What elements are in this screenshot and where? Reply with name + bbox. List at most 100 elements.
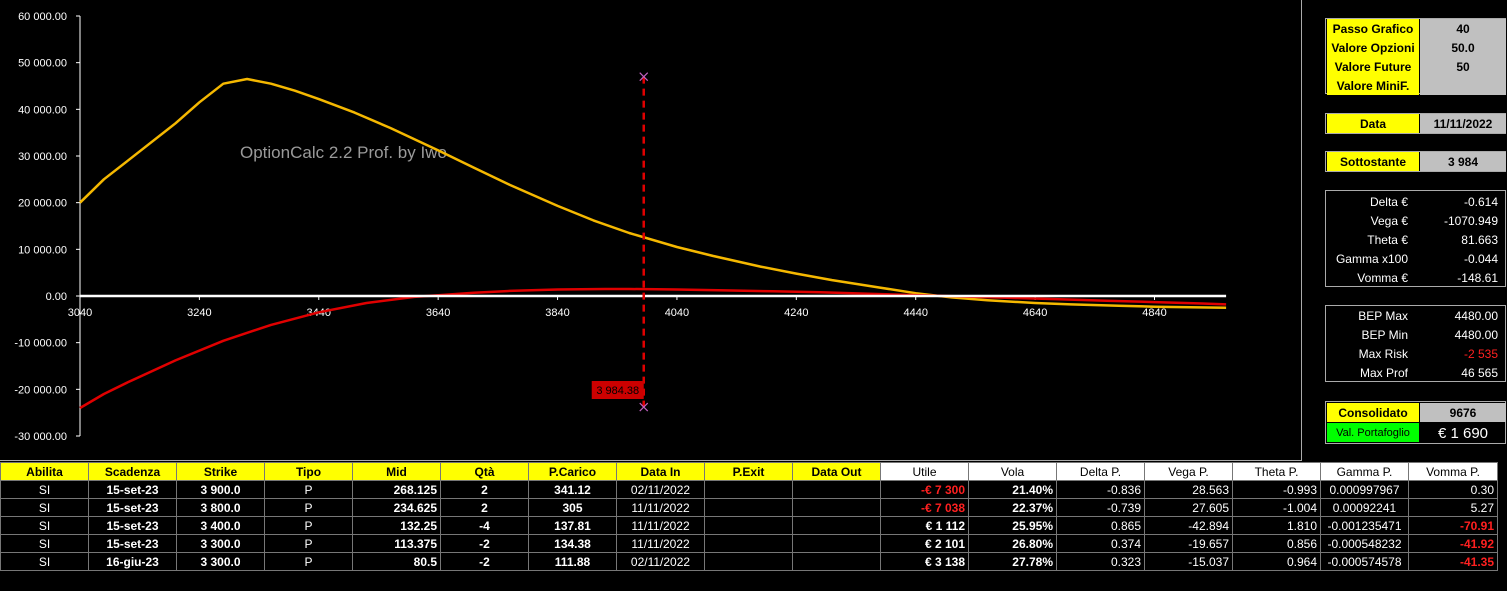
setting-label: Valore Future bbox=[1327, 57, 1419, 76]
table-cell[interactable]: 134.38 bbox=[528, 534, 617, 553]
setting-value[interactable] bbox=[1420, 76, 1506, 95]
setting-value[interactable]: 50 bbox=[1420, 57, 1506, 76]
watermark-text: OptionCalc 2.2 Prof. by Iwo bbox=[240, 143, 447, 162]
table-cell: € 1 112 bbox=[880, 516, 969, 535]
col-header-tipo: Tipo bbox=[264, 462, 353, 481]
table-cell[interactable] bbox=[792, 552, 881, 571]
greek-value: 81.663 bbox=[1461, 232, 1498, 247]
y-tick-label: -20 000.00 bbox=[14, 384, 67, 396]
table-cell[interactable]: 137.81 bbox=[528, 516, 617, 535]
table-cell: -0.000574578 bbox=[1320, 552, 1409, 571]
table-cell: -41.35 bbox=[1408, 552, 1498, 571]
table-cell[interactable] bbox=[792, 498, 881, 517]
table-cell[interactable]: 3 800.0 bbox=[176, 498, 265, 517]
greek-label: Vomma € bbox=[1357, 270, 1408, 285]
table-cell[interactable]: SI bbox=[0, 534, 89, 553]
table-cell[interactable]: 2 bbox=[440, 480, 529, 499]
col-header-mid: Mid bbox=[352, 462, 441, 481]
table-cell[interactable]: P bbox=[264, 534, 353, 553]
table-cell[interactable]: P bbox=[264, 552, 353, 571]
table-cell[interactable]: 15-set-23 bbox=[88, 498, 177, 517]
table-cell[interactable]: 3 300.0 bbox=[176, 552, 265, 571]
y-tick-label: 40 000.00 bbox=[18, 104, 67, 116]
table-cell: 0.00092241 bbox=[1320, 498, 1409, 517]
greek-value: -1070.949 bbox=[1443, 213, 1498, 228]
x-tick-label: 3040 bbox=[68, 307, 92, 319]
x-tick-label: 4640 bbox=[1023, 307, 1047, 319]
table-cell[interactable] bbox=[704, 480, 793, 499]
table-cell[interactable]: 11/11/2022 bbox=[616, 516, 705, 535]
x-tick-label: 3840 bbox=[545, 307, 569, 319]
x-tick-label: 3240 bbox=[187, 307, 211, 319]
table-cell[interactable] bbox=[792, 516, 881, 535]
table-cell[interactable]: -2 bbox=[440, 552, 529, 571]
table-cell: -€ 7 038 bbox=[880, 498, 969, 517]
table-cell: 0.964 bbox=[1232, 552, 1321, 571]
table-row: SI 15-set-23 3 300.0 P 113.375 -2 134.38 11/11/… bbox=[0, 534, 1498, 553]
table-cell[interactable]: 80.5 bbox=[352, 552, 441, 571]
table-cell[interactable]: 111.88 bbox=[528, 552, 617, 571]
setting-value[interactable]: 40 bbox=[1420, 19, 1506, 38]
bep-label: Max Risk bbox=[1358, 346, 1408, 361]
x-tick-label: 4440 bbox=[903, 307, 927, 319]
table-cell: -0.836 bbox=[1056, 480, 1145, 499]
table-cell[interactable]: 3 900.0 bbox=[176, 480, 265, 499]
table-cell[interactable]: 3 400.0 bbox=[176, 516, 265, 535]
table-cell[interactable] bbox=[704, 552, 793, 571]
table-cell: -€ 7 300 bbox=[880, 480, 969, 499]
table-cell[interactable]: 113.375 bbox=[352, 534, 441, 553]
setting-label: Valore MiniF. bbox=[1327, 76, 1419, 95]
portfolio-label: Val. Portafoglio bbox=[1327, 423, 1419, 442]
col-header-vola: Vola bbox=[968, 462, 1057, 481]
table-cell[interactable] bbox=[792, 534, 881, 553]
table-cell[interactable]: P bbox=[264, 516, 353, 535]
table-cell[interactable]: 3 300.0 bbox=[176, 534, 265, 553]
greek-label: Theta € bbox=[1367, 232, 1408, 247]
table-cell[interactable]: -4 bbox=[440, 516, 529, 535]
y-tick-label: 30 000.00 bbox=[18, 151, 67, 163]
table-cell: 27.78% bbox=[968, 552, 1057, 571]
date-value[interactable]: 11/11/2022 bbox=[1420, 114, 1506, 133]
date-box: Data 11/11/2022 bbox=[1325, 113, 1506, 134]
table-cell[interactable] bbox=[704, 498, 793, 517]
y-tick-label: -10 000.00 bbox=[14, 338, 67, 350]
table-cell[interactable]: 11/11/2022 bbox=[616, 498, 705, 517]
col-header-delta-p: Delta P. bbox=[1056, 462, 1145, 481]
table-cell[interactable]: 305 bbox=[528, 498, 617, 517]
table-cell[interactable]: -2 bbox=[440, 534, 529, 553]
table-cell[interactable]: 15-set-23 bbox=[88, 480, 177, 499]
bep-value: 4480.00 bbox=[1454, 327, 1498, 342]
table-cell[interactable]: 02/11/2022 bbox=[616, 480, 705, 499]
table-cell[interactable]: 341.12 bbox=[528, 480, 617, 499]
greek-value: -148.61 bbox=[1457, 270, 1498, 285]
table-cell[interactable]: 268.125 bbox=[352, 480, 441, 499]
table-row: SI 15-set-23 3 900.0 P 268.125 2 341.12 02/11/2… bbox=[0, 480, 1498, 499]
table-cell[interactable] bbox=[792, 480, 881, 499]
table-cell[interactable]: 2 bbox=[440, 498, 529, 517]
table-cell[interactable]: 15-set-23 bbox=[88, 534, 177, 553]
table-cell[interactable]: SI bbox=[0, 552, 89, 571]
underlying-value: 3 984 bbox=[1420, 152, 1506, 171]
table-cell[interactable]: P bbox=[264, 498, 353, 517]
table-cell[interactable]: SI bbox=[0, 480, 89, 499]
table-cell: 5.27 bbox=[1408, 498, 1498, 517]
setting-value[interactable]: 50.0 bbox=[1420, 38, 1506, 57]
greek-label: Delta € bbox=[1369, 194, 1408, 209]
table-cell[interactable]: 15-set-23 bbox=[88, 516, 177, 535]
bep-value: -2 535 bbox=[1463, 346, 1498, 361]
table-cell[interactable]: 02/11/2022 bbox=[616, 552, 705, 571]
col-header-p-carico: P.Carico bbox=[528, 462, 617, 481]
table-cell[interactable]: 132.25 bbox=[352, 516, 441, 535]
table-cell[interactable]: SI bbox=[0, 498, 89, 517]
table-cell[interactable]: 11/11/2022 bbox=[616, 534, 705, 553]
table-cell: € 3 138 bbox=[880, 552, 969, 571]
table-cell: -41.92 bbox=[1408, 534, 1498, 553]
table-cell[interactable]: 16-giu-23 bbox=[88, 552, 177, 571]
table-cell[interactable] bbox=[704, 516, 793, 535]
x-tick-label: 4840 bbox=[1142, 307, 1166, 319]
table-cell[interactable] bbox=[704, 534, 793, 553]
table-cell[interactable]: P bbox=[264, 480, 353, 499]
y-tick-label: 60 000.00 bbox=[18, 11, 67, 23]
table-cell[interactable]: 234.625 bbox=[352, 498, 441, 517]
table-cell[interactable]: SI bbox=[0, 516, 89, 535]
